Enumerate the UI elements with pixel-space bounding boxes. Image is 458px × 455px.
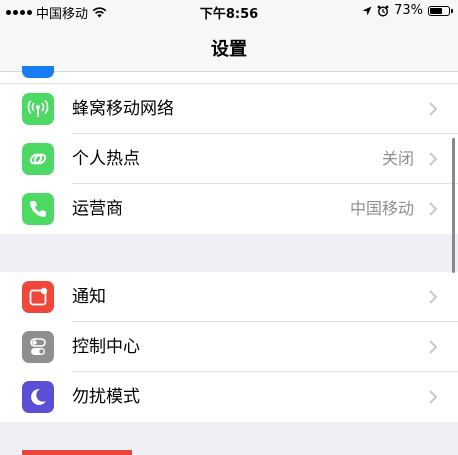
- partial-row-icon: [22, 66, 54, 78]
- row-value: 关闭: [381, 149, 414, 168]
- chevron-right-icon: [429, 202, 438, 216]
- row-carrier[interactable]: 运营商 中国移动: [0, 184, 458, 234]
- nav-bar: 设置: [0, 24, 458, 72]
- row-label: 控制中心: [72, 337, 140, 357]
- settings-group-system: 通知 控制中心 勿扰模式: [0, 272, 458, 422]
- row-do-not-disturb[interactable]: 勿扰模式: [0, 372, 458, 422]
- chevron-right-icon: [429, 290, 438, 304]
- row-value: 中国移动: [349, 199, 414, 218]
- row-hotspot[interactable]: 个人热点 关闭: [0, 134, 458, 184]
- cellular-antenna-icon: [22, 93, 54, 125]
- battery-percent: 73%: [394, 3, 423, 18]
- status-bar: 中国移动 下午8:56 73%: [0, 0, 458, 24]
- partial-row-above[interactable]: [0, 66, 458, 84]
- moon-icon: [22, 381, 54, 413]
- chevron-right-icon: [429, 152, 438, 166]
- alarm-clock-icon: [377, 5, 389, 17]
- battery-icon: [428, 5, 453, 16]
- chevron-right-icon: [429, 340, 438, 354]
- row-label: 蜂窝移动网络: [72, 99, 174, 119]
- control-center-icon: [22, 331, 54, 363]
- chevron-right-icon: [429, 102, 438, 116]
- status-right: 73%: [362, 3, 453, 18]
- row-label: 运营商: [72, 199, 123, 219]
- notification-icon: [22, 281, 54, 313]
- battery-fill: [430, 7, 442, 14]
- partial-row-below-icon: [22, 450, 132, 455]
- chevron-right-icon: [429, 390, 438, 404]
- page-title: 设置: [211, 38, 247, 60]
- hotspot-chain-icon: [22, 143, 54, 175]
- settings-group-network: 蜂窝移动网络 个人热点 关闭 运营商 中国移动: [0, 84, 458, 234]
- row-cellular[interactable]: 蜂窝移动网络: [0, 84, 458, 134]
- phone-icon: [22, 193, 54, 225]
- row-notifications[interactable]: 通知: [0, 272, 458, 322]
- row-label: 通知: [72, 287, 106, 307]
- location-arrow-icon: [362, 6, 372, 15]
- row-label: 勿扰模式: [72, 387, 140, 407]
- row-control-center[interactable]: 控制中心: [0, 322, 458, 372]
- row-label: 个人热点: [72, 149, 140, 169]
- scroll-indicator: [452, 138, 455, 273]
